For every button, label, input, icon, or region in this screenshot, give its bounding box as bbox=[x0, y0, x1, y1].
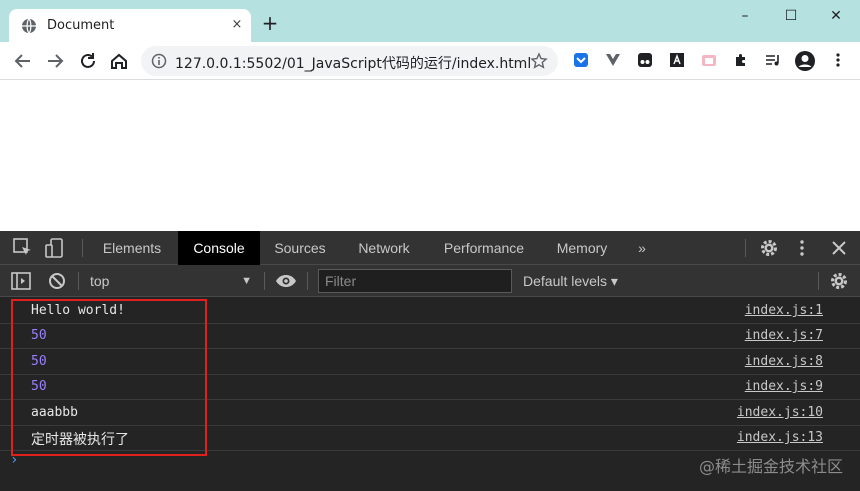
browser-tab[interactable]: Document × bbox=[9, 9, 251, 42]
annotation-highlight-box bbox=[11, 299, 207, 456]
maximize-button[interactable]: ☐ bbox=[779, 6, 803, 26]
extension-folder-icon[interactable] bbox=[701, 52, 717, 68]
browser-title-bar: Document × + – ☐ ✕ bbox=[0, 0, 860, 42]
info-icon[interactable] bbox=[151, 53, 167, 69]
reload-icon[interactable] bbox=[77, 50, 99, 72]
chevron-down-icon: ▼ bbox=[241, 275, 252, 287]
extension-a-icon[interactable] bbox=[669, 52, 685, 68]
context-value: top bbox=[90, 273, 110, 289]
context-select[interactable]: top ▼ bbox=[90, 270, 254, 292]
toolbar-divider bbox=[818, 272, 819, 290]
page-viewport bbox=[0, 81, 860, 231]
more-icon[interactable] bbox=[830, 52, 846, 68]
console-settings-gear-icon[interactable] bbox=[828, 270, 850, 292]
toolbar-divider bbox=[264, 272, 265, 290]
live-expression-eye-icon[interactable] bbox=[275, 270, 297, 292]
clear-console-icon[interactable] bbox=[46, 270, 68, 292]
tab-network[interactable]: Network bbox=[346, 231, 422, 265]
new-tab-button[interactable]: + bbox=[260, 13, 280, 34]
star-icon[interactable] bbox=[530, 52, 548, 70]
globe-icon bbox=[22, 18, 36, 34]
toolbar-divider bbox=[78, 272, 79, 290]
log-source-link[interactable]: index.js:10 bbox=[737, 405, 823, 420]
log-source-link[interactable]: index.js:13 bbox=[737, 430, 823, 445]
device-toolbar-icon[interactable] bbox=[44, 237, 66, 259]
console-toolbar: top ▼ Default levels ▾ bbox=[0, 265, 860, 297]
url-host: 127.0.0.1 bbox=[175, 56, 242, 72]
settings-gear-icon[interactable] bbox=[758, 237, 780, 259]
toolbar-divider bbox=[307, 272, 308, 290]
close-devtools-icon[interactable] bbox=[828, 237, 850, 259]
minimize-button[interactable]: – bbox=[733, 6, 757, 26]
media-icon[interactable] bbox=[765, 52, 781, 68]
url-text[interactable]: 127.0.0.1:5502/01_JavaScript代码的运行/index.… bbox=[175, 53, 531, 73]
tab-title: Document bbox=[47, 18, 115, 33]
home-icon[interactable] bbox=[108, 50, 130, 72]
tab-divider bbox=[82, 239, 83, 257]
log-source-link[interactable]: index.js:8 bbox=[745, 354, 823, 369]
filter-input[interactable] bbox=[318, 269, 512, 293]
log-source-link[interactable]: index.js:1 bbox=[745, 303, 823, 318]
log-levels-dropdown[interactable]: Default levels ▾ bbox=[523, 270, 618, 292]
forward-arrow-icon[interactable] bbox=[44, 50, 66, 72]
more-tabs-icon[interactable]: » bbox=[628, 231, 656, 265]
close-window-button[interactable]: ✕ bbox=[824, 6, 848, 26]
tab-memory[interactable]: Memory bbox=[544, 231, 620, 265]
tab-sources[interactable]: Sources bbox=[264, 231, 336, 265]
extension-vue-icon[interactable] bbox=[605, 52, 621, 68]
devtools-tab-bar: Elements Console Sources Network Perform… bbox=[0, 231, 860, 265]
inspect-element-icon[interactable] bbox=[12, 237, 34, 259]
tab-performance[interactable]: Performance bbox=[432, 231, 536, 265]
url-path: :5502/01_JavaScript代码的运行/index.html bbox=[241, 56, 532, 72]
watermark: @稀土掘金技术社区 bbox=[698, 457, 843, 476]
tab-console[interactable]: Console bbox=[178, 231, 260, 265]
log-source-link[interactable]: index.js:9 bbox=[745, 379, 823, 394]
tab-divider bbox=[745, 239, 746, 257]
devtools-panel: Elements Console Sources Network Perform… bbox=[0, 231, 860, 491]
log-source-link[interactable]: index.js:7 bbox=[745, 328, 823, 343]
devtools-more-icon[interactable] bbox=[791, 237, 813, 259]
profile-icon[interactable] bbox=[794, 50, 816, 72]
back-arrow-icon[interactable] bbox=[12, 50, 34, 72]
tab-elements[interactable]: Elements bbox=[92, 231, 172, 265]
tab-close-icon[interactable]: × bbox=[228, 16, 246, 34]
show-sidebar-icon[interactable] bbox=[10, 270, 32, 292]
extension-pocket-icon[interactable] bbox=[573, 52, 589, 68]
puzzle-icon[interactable] bbox=[733, 52, 749, 68]
address-bar[interactable]: 127.0.0.1:5502/01_JavaScript代码的运行/index.… bbox=[141, 46, 558, 76]
browser-toolbar: 127.0.0.1:5502/01_JavaScript代码的运行/index.… bbox=[0, 42, 860, 80]
extension-tampermonkey-icon[interactable] bbox=[637, 52, 653, 68]
